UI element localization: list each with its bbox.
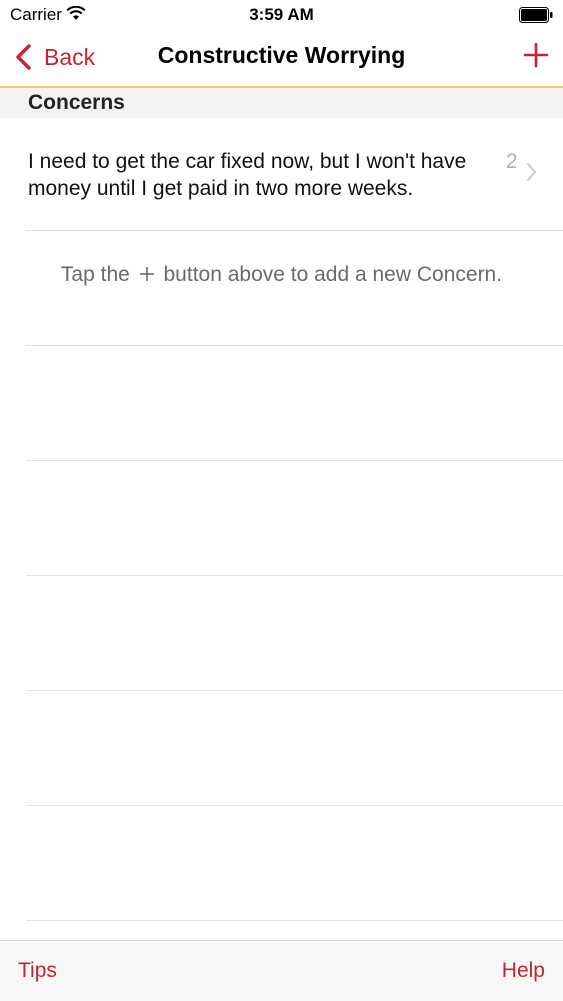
chevron-left-icon (16, 44, 31, 70)
empty-row (26, 346, 563, 461)
back-button[interactable]: Back (14, 40, 95, 74)
tips-button[interactable]: Tips (18, 959, 57, 983)
bottom-toolbar: Tips Help (0, 940, 563, 1001)
concern-count: 2 (506, 150, 516, 173)
back-button-label: Back (44, 43, 96, 70)
section-header: Concerns (0, 88, 563, 118)
navigation-bar: Back Constructive Worrying (0, 30, 563, 88)
add-concern-button[interactable] (523, 42, 549, 68)
chevron-right-icon (527, 163, 536, 181)
concerns-table: I need to get the car fixed now, but I w… (0, 118, 563, 921)
battery-icon (519, 7, 553, 23)
hint-suffix: button above to add a new Concern. (163, 263, 503, 286)
concern-text: I need to get the car fixed now, but I w… (28, 150, 467, 200)
empty-hint: Tap the button above to add a new Concer… (26, 261, 537, 288)
empty-row (26, 576, 563, 691)
empty-row (26, 461, 563, 576)
clock: 3:59 AM (249, 5, 314, 24)
help-button[interactable]: Help (502, 959, 545, 983)
section-title: Concerns (28, 91, 125, 114)
status-bar: Carrier 3:59 AM (0, 0, 563, 30)
concern-row[interactable]: I need to get the car fixed now, but I w… (26, 118, 563, 231)
plus-icon (139, 267, 154, 281)
hint-prefix: Tap the (60, 263, 130, 286)
empty-row (26, 691, 563, 806)
empty-row (26, 806, 563, 921)
hint-row: Tap the button above to add a new Concer… (26, 231, 563, 346)
